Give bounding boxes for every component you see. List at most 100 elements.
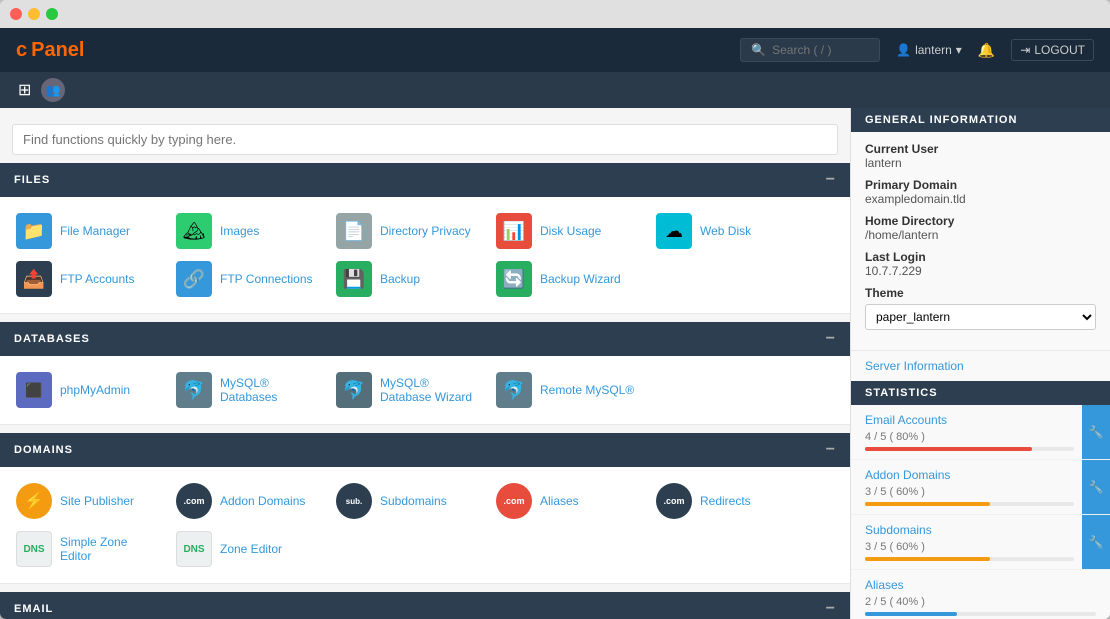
last-login-label: Last Login	[865, 250, 1096, 264]
list-item[interactable]: 📊 Disk Usage	[488, 207, 648, 255]
addon-domains-icon: .com	[176, 483, 212, 519]
domains-section: DOMAINS − ⚡ Site Publisher .com Addon Do…	[0, 433, 850, 584]
statistics-title: STATISTICS	[851, 381, 1110, 405]
stat-wrench-button[interactable]: 🔧	[1082, 515, 1110, 569]
email-section-header[interactable]: EMAIL −	[0, 592, 850, 619]
list-item[interactable]: 🔗 FTP Connections	[168, 255, 328, 303]
home-directory-label: Home Directory	[865, 214, 1096, 228]
server-info-link[interactable]: Server Information	[851, 351, 1110, 381]
phpmyadmin-link[interactable]: phpMyAdmin	[60, 383, 130, 397]
stat-label[interactable]: Email Accounts	[865, 413, 1074, 427]
files-section-header[interactable]: FILES −	[0, 163, 850, 197]
databases-section-body: ⬛ phpMyAdmin 🐬 MySQL® Databases 🐬 MySQL®…	[0, 356, 850, 425]
app-window: cPanel 🔍 👤 lantern ▾ 🔔 ⇥ LOGOUT	[0, 0, 1110, 619]
theme-select[interactable]: paper_lantern	[865, 304, 1096, 330]
file-manager-link[interactable]: File Manager	[60, 224, 130, 238]
mysql-wizard-link[interactable]: MySQL® Database Wizard	[380, 376, 480, 404]
databases-section-header[interactable]: DATABASES −	[0, 322, 850, 356]
function-search-input[interactable]	[12, 124, 838, 155]
avatar-icon: 👥	[46, 83, 61, 97]
list-item[interactable]: 🏔 Images	[168, 207, 328, 255]
stat-label[interactable]: Subdomains	[865, 523, 1074, 537]
ftp-accounts-link[interactable]: FTP Accounts	[60, 272, 134, 286]
site-publisher-link[interactable]: Site Publisher	[60, 494, 134, 508]
logout-button[interactable]: ⇥ LOGOUT	[1011, 39, 1094, 61]
backup-wizard-icon: 🔄	[496, 261, 532, 297]
sub-navbar: ⊞ 👥	[0, 72, 1110, 108]
files-section: FILES − 📁 File Manager 🏔 Images	[0, 163, 850, 314]
remote-mysql-icon: 🐬	[496, 372, 532, 408]
domains-collapse-icon: −	[826, 441, 836, 459]
ftp-connections-link[interactable]: FTP Connections	[220, 272, 313, 286]
list-item[interactable]: sub. Subdomains	[328, 477, 488, 525]
stat-label[interactable]: Aliases	[865, 578, 1096, 592]
right-panel: GENERAL INFORMATION Current User lantern…	[850, 108, 1110, 619]
list-item[interactable]: DNS Simple Zone Editor	[8, 525, 168, 573]
list-item[interactable]: 📁 File Manager	[8, 207, 168, 255]
grid-icon[interactable]: ⊞	[12, 74, 37, 106]
zone-editor-link[interactable]: Zone Editor	[220, 542, 282, 556]
aliases-link[interactable]: Aliases	[540, 494, 579, 508]
avatar[interactable]: 👥	[41, 78, 65, 102]
list-item[interactable]: 🔄 Backup Wizard	[488, 255, 648, 303]
redirects-link[interactable]: Redirects	[700, 494, 751, 508]
stat-wrench-button[interactable]: 🔧	[1082, 460, 1110, 514]
general-info-section: GENERAL INFORMATION Current User lantern…	[851, 108, 1110, 351]
list-item[interactable]: 🐬 MySQL® Databases	[168, 366, 328, 414]
stat-bar-fill	[865, 612, 957, 616]
primary-domain-row: Primary Domain exampledomain.tld	[865, 178, 1096, 206]
addon-domains-link[interactable]: Addon Domains	[220, 494, 305, 508]
aliases-icon: .com	[496, 483, 532, 519]
stats-container: Email Accounts 4 / 5 ( 80% ) 🔧 Addon Dom…	[851, 405, 1110, 619]
email-section-label: EMAIL	[14, 603, 53, 615]
notifications-bell[interactable]: 🔔	[978, 42, 995, 59]
main-content: FILES − 📁 File Manager 🏔 Images	[0, 108, 1110, 619]
mysql-databases-link[interactable]: MySQL® Databases	[220, 376, 320, 404]
images-link[interactable]: Images	[220, 224, 259, 238]
list-item[interactable]: ⚡ Site Publisher	[8, 477, 168, 525]
user-icon: 👤	[896, 43, 911, 57]
list-item[interactable]: .com Addon Domains	[168, 477, 328, 525]
top-navbar: cPanel 🔍 👤 lantern ▾ 🔔 ⇥ LOGOUT	[0, 28, 1110, 72]
list-item[interactable]: 🐬 MySQL® Database Wizard	[328, 366, 488, 414]
files-collapse-icon: −	[826, 171, 836, 189]
list-item[interactable]: ⬛ phpMyAdmin	[8, 366, 168, 414]
mysql-databases-icon: 🐬	[176, 372, 212, 408]
domains-section-header[interactable]: DOMAINS −	[0, 433, 850, 467]
stat-label[interactable]: Addon Domains	[865, 468, 1074, 482]
directory-privacy-link[interactable]: Directory Privacy	[380, 224, 471, 238]
remote-mysql-link[interactable]: Remote MySQL®	[540, 383, 634, 397]
files-section-label: FILES	[14, 174, 50, 186]
cpanel-logo: cPanel	[16, 39, 84, 62]
simple-zone-editor-icon: DNS	[16, 531, 52, 567]
stat-item: Aliases 2 / 5 ( 40% )	[851, 570, 1110, 619]
simple-zone-editor-link[interactable]: Simple Zone Editor	[60, 535, 160, 563]
list-item[interactable]: .com Redirects	[648, 477, 808, 525]
site-publisher-icon: ⚡	[16, 483, 52, 519]
list-item[interactable]: DNS Zone Editor	[168, 525, 328, 573]
backup-link[interactable]: Backup	[380, 272, 420, 286]
list-item[interactable]: 📤 FTP Accounts	[8, 255, 168, 303]
top-search-box[interactable]: 🔍	[740, 38, 880, 62]
last-login-value: 10.7.7.229	[865, 264, 1096, 278]
list-item[interactable]: .com Aliases	[488, 477, 648, 525]
top-search-input[interactable]	[772, 43, 872, 57]
maximize-button[interactable]	[46, 8, 58, 20]
disk-usage-link[interactable]: Disk Usage	[540, 224, 601, 238]
search-icon: 🔍	[751, 43, 766, 57]
phpmyadmin-icon: ⬛	[16, 372, 52, 408]
backup-wizard-link[interactable]: Backup Wizard	[540, 272, 621, 286]
stat-wrench-button[interactable]: 🔧	[1082, 405, 1110, 459]
web-disk-link[interactable]: Web Disk	[700, 224, 751, 238]
statistics-section: STATISTICS Email Accounts 4 / 5 ( 80% ) …	[851, 381, 1110, 619]
redirects-icon: .com	[656, 483, 692, 519]
list-item[interactable]: 🐬 Remote MySQL®	[488, 366, 648, 414]
list-item[interactable]: 💾 Backup	[328, 255, 488, 303]
list-item[interactable]: ☁ Web Disk	[648, 207, 808, 255]
list-item[interactable]: 📄 Directory Privacy	[328, 207, 488, 255]
user-menu[interactable]: 👤 lantern ▾	[896, 43, 962, 57]
minimize-button[interactable]	[28, 8, 40, 20]
subdomains-link[interactable]: Subdomains	[380, 494, 447, 508]
stat-value: 3 / 5 ( 60% )	[865, 486, 1074, 498]
close-button[interactable]	[10, 8, 22, 20]
